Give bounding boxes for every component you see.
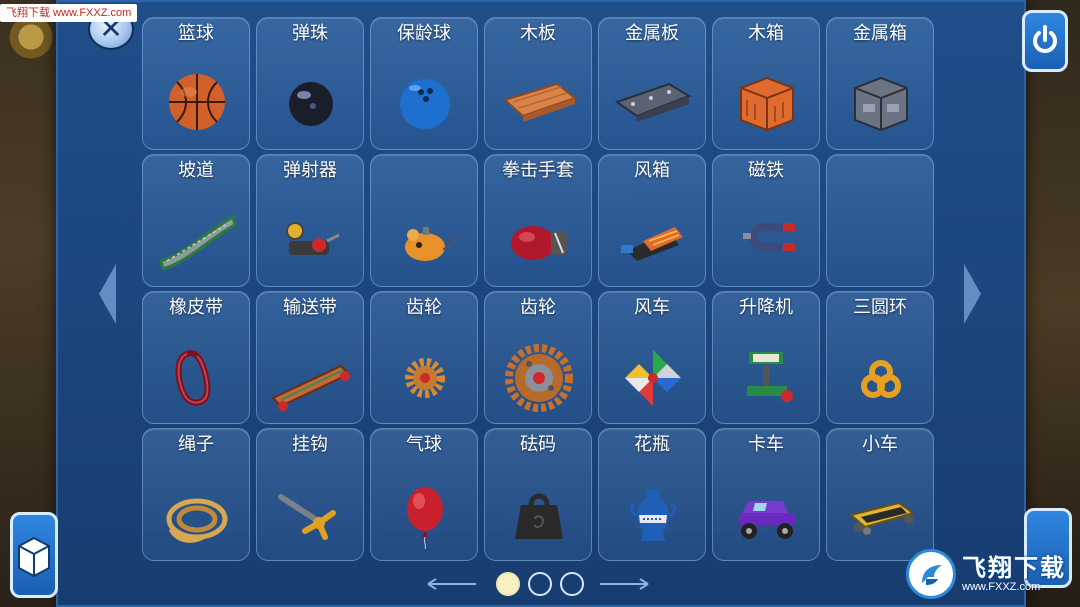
mouse-toy-icon xyxy=(405,227,455,261)
item-tile[interactable]: 花瓶 xyxy=(598,428,706,561)
next-page-arrow-icon[interactable] xyxy=(962,262,984,326)
large-gear-icon xyxy=(505,344,573,412)
magnet-icon xyxy=(743,223,795,251)
item-tile[interactable]: 篮球 xyxy=(142,17,250,150)
item-tile[interactable]: 输送带 xyxy=(256,291,364,424)
item-tile[interactable]: 三圆环 xyxy=(826,291,934,424)
item-tile[interactable]: 木箱 xyxy=(712,17,820,150)
pager-left-arrow-icon[interactable] xyxy=(424,576,478,592)
rope-icon xyxy=(166,498,228,543)
item-tile[interactable] xyxy=(370,154,478,287)
hook-icon xyxy=(278,494,336,540)
item-tile[interactable]: 升降机 xyxy=(712,291,820,424)
item-label: 挂钩 xyxy=(292,434,328,455)
item-tile[interactable]: 坡道 xyxy=(142,154,250,287)
power-icon xyxy=(1033,25,1057,53)
rubber-band-icon xyxy=(175,350,211,406)
item-tile[interactable]: 风车 xyxy=(598,291,706,424)
item-label: 风箱 xyxy=(634,160,670,181)
item-tile[interactable]: 木板 xyxy=(484,17,592,150)
item-label: 砝码 xyxy=(520,434,556,455)
page-indicator xyxy=(420,570,660,600)
item-tile[interactable]: 风箱 xyxy=(598,154,706,287)
cart-icon xyxy=(848,501,916,535)
power-button[interactable] xyxy=(1022,10,1068,72)
page-dot-3[interactable] xyxy=(560,572,584,596)
bowling-ball-icon xyxy=(400,79,450,129)
item-label: 坡道 xyxy=(178,160,214,181)
item-tile[interactable]: 齿轮 xyxy=(370,291,478,424)
item-label: 三圆环 xyxy=(853,297,907,318)
item-tile[interactable]: 挂钩 xyxy=(256,428,364,561)
item-label: 花瓶 xyxy=(634,434,670,455)
pager-right-arrow-icon[interactable] xyxy=(598,576,652,592)
item-label: 绳子 xyxy=(178,434,214,455)
previous-page-arrow-icon[interactable] xyxy=(96,262,118,326)
conveyor-belt-icon xyxy=(271,364,351,411)
vase-icon xyxy=(629,489,677,541)
metal-plate-icon xyxy=(614,82,692,122)
item-label: 弹射器 xyxy=(283,160,337,181)
item-label: 风车 xyxy=(634,297,670,318)
item-tile[interactable]: 磁铁 xyxy=(712,154,820,287)
watermark-title: 飞翔下载 xyxy=(962,553,1066,582)
page-dot-2[interactable] xyxy=(528,572,552,596)
ramp-icon xyxy=(159,214,237,271)
bellows-icon xyxy=(621,227,683,261)
item-label: 升降机 xyxy=(739,297,793,318)
item-tile[interactable]: 弹射器 xyxy=(256,154,364,287)
watermark-bottom: 飞翔下载 www.FXXZ.com xyxy=(906,544,1080,604)
small-gear-icon xyxy=(405,358,445,398)
basketball-icon xyxy=(169,74,225,130)
toolbox-button[interactable] xyxy=(10,512,58,598)
catapult-icon xyxy=(286,222,340,255)
item-tile[interactable]: 橡皮带 xyxy=(142,291,250,424)
item-label: 金属板 xyxy=(625,23,679,44)
marble-icon xyxy=(289,82,333,126)
weight-icon xyxy=(515,493,563,539)
item-tile[interactable]: 气球 xyxy=(370,428,478,561)
item-label: 磁铁 xyxy=(748,160,784,181)
metal-crate-icon xyxy=(854,76,908,132)
watermark-url: www.FXXZ.com xyxy=(962,580,1041,593)
item-label: 弹珠 xyxy=(292,23,328,44)
triple-ring-icon xyxy=(861,360,901,398)
item-label: 木箱 xyxy=(748,23,784,44)
wooden-crate-icon xyxy=(740,76,794,132)
item-tile[interactable]: 保龄球 xyxy=(370,17,478,150)
balloon-icon xyxy=(407,487,443,549)
truck-icon xyxy=(739,501,795,539)
wood-plank-icon xyxy=(503,82,578,122)
item-label: 篮球 xyxy=(178,23,214,44)
item-label: 输送带 xyxy=(283,297,337,318)
item-tile[interactable]: 绳子 xyxy=(142,428,250,561)
item-grid: 篮球 弹珠 保龄球 木板 金属板 木箱 金属箱坡道 弹射器 拳击手套 风箱 磁铁橡皮带 输送带 齿轮 齿轮… xyxy=(142,17,936,565)
watermark-logo-icon xyxy=(906,549,956,599)
item-tile[interactable]: 弹珠 xyxy=(256,17,364,150)
pinwheel-icon xyxy=(625,350,681,406)
boxing-glove-icon xyxy=(511,226,567,260)
item-label: 齿轮 xyxy=(520,297,556,318)
item-label: 卡车 xyxy=(748,434,784,455)
item-tile[interactable]: 金属箱 xyxy=(826,17,934,150)
item-label: 小车 xyxy=(862,434,898,455)
item-label: 气球 xyxy=(406,434,442,455)
item-label: 橡皮带 xyxy=(169,297,223,318)
item-label: 保龄球 xyxy=(397,23,451,44)
item-label: 齿轮 xyxy=(406,297,442,318)
item-label: 金属箱 xyxy=(853,23,907,44)
item-tile[interactable]: 卡车 xyxy=(712,428,820,561)
item-label: 木板 xyxy=(520,23,556,44)
page-dot-1[interactable] xyxy=(496,572,520,596)
item-tile[interactable] xyxy=(826,154,934,287)
item-tile[interactable]: 金属板 xyxy=(598,17,706,150)
item-label: 拳击手套 xyxy=(502,160,574,181)
box-icon xyxy=(18,536,50,578)
item-tile[interactable]: 齿轮 xyxy=(484,291,592,424)
lift-icon xyxy=(747,352,793,402)
watermark-top: 飞翔下载 www.FXXZ.com xyxy=(0,4,138,22)
item-tile[interactable]: 砝码 xyxy=(484,428,592,561)
item-tile[interactable]: 小车 xyxy=(826,428,934,561)
item-tile[interactable]: 拳击手套 xyxy=(484,154,592,287)
